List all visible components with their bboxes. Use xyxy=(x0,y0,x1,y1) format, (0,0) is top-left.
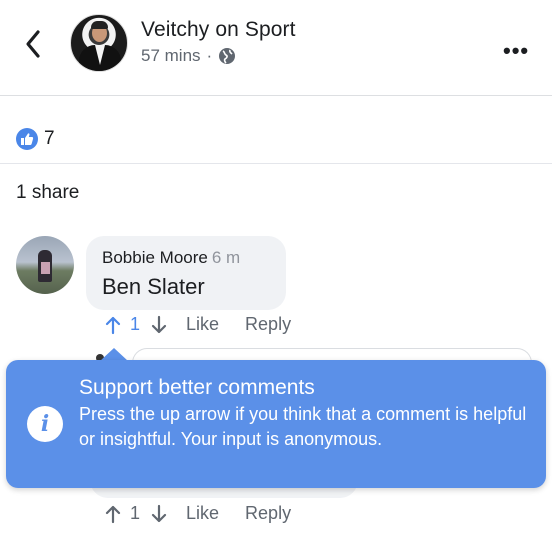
comment-actions: 1 Like Reply xyxy=(104,314,291,335)
comment-time: 6 m xyxy=(211,248,241,267)
thumbs-up-icon xyxy=(16,128,38,150)
page-avatar[interactable] xyxy=(70,14,128,72)
like-count: 7 xyxy=(44,128,55,149)
post-meta: 57 mins · xyxy=(141,46,236,66)
divider xyxy=(0,163,552,164)
meta-separator: · xyxy=(206,46,213,65)
info-icon: i xyxy=(27,406,63,442)
reactions-summary[interactable]: 7 xyxy=(16,128,55,150)
reply-button[interactable]: Reply xyxy=(245,503,291,524)
post-timestamp: 57 mins xyxy=(141,46,201,65)
more-options-icon[interactable]: ••• xyxy=(503,38,529,64)
second-comment-actions: 1 Like Reply xyxy=(104,503,291,524)
up-arrow-icon[interactable] xyxy=(104,504,122,524)
comment-author[interactable]: Bobbie Moore xyxy=(102,248,208,267)
up-arrow-icon[interactable] xyxy=(104,315,122,335)
post-header: Veitchy on Sport 57 mins · ••• xyxy=(0,0,552,96)
down-arrow-icon[interactable] xyxy=(150,315,168,335)
commenter-avatar[interactable] xyxy=(16,236,74,294)
vote-count: 1 xyxy=(130,314,141,334)
globe-icon xyxy=(218,47,236,65)
back-chevron-icon[interactable] xyxy=(20,28,48,60)
comment-text: Ben Slater xyxy=(102,274,205,299)
down-arrow-icon[interactable] xyxy=(150,504,168,524)
share-count[interactable]: 1 share xyxy=(16,182,79,204)
page-name[interactable]: Veitchy on Sport xyxy=(141,18,296,42)
tooltip-body: Press the up arrow if you think that a c… xyxy=(79,404,527,449)
support-comments-tooltip[interactable]: i Support better comments Press the up a… xyxy=(6,360,546,488)
reply-button[interactable]: Reply xyxy=(245,314,291,335)
like-button[interactable]: Like xyxy=(186,503,219,524)
vote-count: 1 xyxy=(130,503,141,523)
tooltip-title: Support better comments xyxy=(79,376,315,399)
like-button[interactable]: Like xyxy=(186,314,219,335)
comment-author-line: Bobbie Moore 6 m xyxy=(102,248,240,268)
